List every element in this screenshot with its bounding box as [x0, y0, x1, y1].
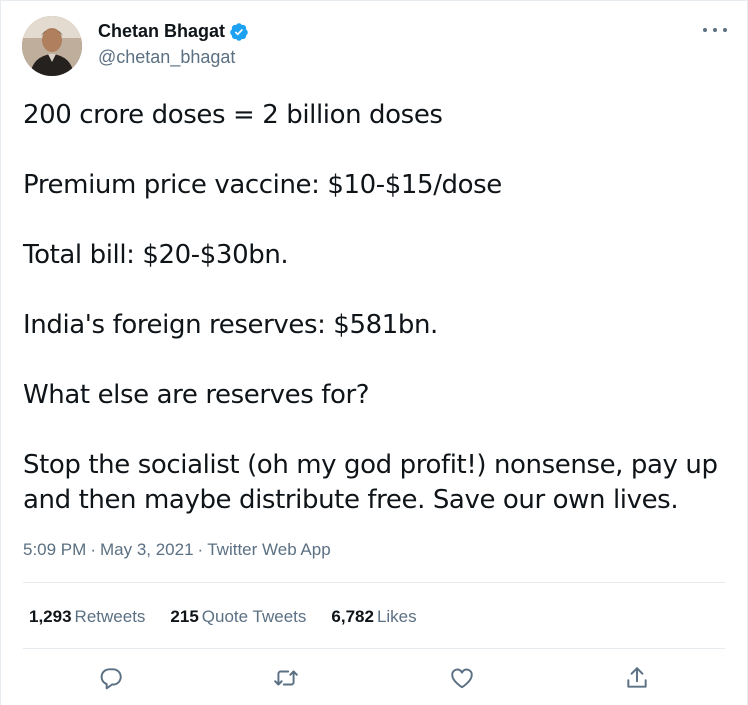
tweet-source[interactable]: Twitter Web App — [207, 540, 330, 559]
tweet-card: Chetan Bhagat @chetan_bhagat 200 crore d… — [0, 0, 748, 705]
avatar[interactable] — [22, 16, 82, 76]
retweet-icon — [274, 670, 299, 686]
likes-count: 6,782 — [331, 607, 374, 626]
tweet-time[interactable]: 5:09 PM — [23, 540, 86, 559]
display-name[interactable]: Chetan Bhagat — [98, 21, 225, 42]
engagement-stats: 1,293 Retweets 215 Quote Tweets 6,782 Likes — [29, 607, 417, 627]
quote-tweets-label: Quote Tweets — [201, 607, 307, 626]
like-button[interactable] — [448, 664, 476, 692]
reply-button[interactable] — [97, 664, 125, 692]
tweet-meta: 5:09 PM · May 3, 2021 · Twitter Web App — [23, 540, 331, 559]
more-horizontal-icon[interactable] — [703, 23, 727, 37]
heart-icon — [451, 668, 473, 689]
verified-badge-icon — [229, 22, 249, 42]
author-handle[interactable]: @chetan_bhagat — [98, 47, 235, 68]
quote-tweets-stat[interactable]: 215 Quote Tweets — [170, 607, 306, 627]
retweets-stat[interactable]: 1,293 Retweets — [29, 607, 145, 627]
tweet-text: 200 crore doses = 2 billion doses Premiu… — [23, 98, 733, 518]
likes-stat[interactable]: 6,782 Likes — [331, 607, 416, 627]
share-button[interactable] — [623, 664, 651, 692]
share-icon — [627, 667, 647, 688]
reply-icon — [100, 668, 122, 690]
tweet-paragraph: 200 crore doses = 2 billion doses — [23, 100, 443, 130]
tweet-paragraph: What else are reserves for? — [23, 380, 370, 410]
avatar-image — [22, 16, 82, 76]
retweets-label: Retweets — [74, 607, 146, 626]
tweet-date[interactable]: May 3, 2021 — [100, 540, 194, 559]
retweets-count: 1,293 — [29, 607, 72, 626]
divider — [23, 648, 725, 649]
tweet-paragraph: Premium price vaccine: $10-$15/dose — [23, 170, 502, 200]
tweet-paragraph: India's foreign reserves: $581bn. — [23, 310, 438, 340]
divider — [23, 582, 725, 583]
author-name-row[interactable]: Chetan Bhagat — [98, 21, 249, 42]
tweet-paragraph: Stop the socialist (oh my god profit!) n… — [23, 450, 718, 515]
retweet-button[interactable] — [272, 664, 300, 692]
tweet-actions — [23, 661, 725, 695]
tweet-paragraph: Total bill: $20-$30bn. — [23, 240, 289, 270]
likes-label: Likes — [376, 607, 417, 626]
quote-tweets-count: 215 — [170, 607, 199, 626]
